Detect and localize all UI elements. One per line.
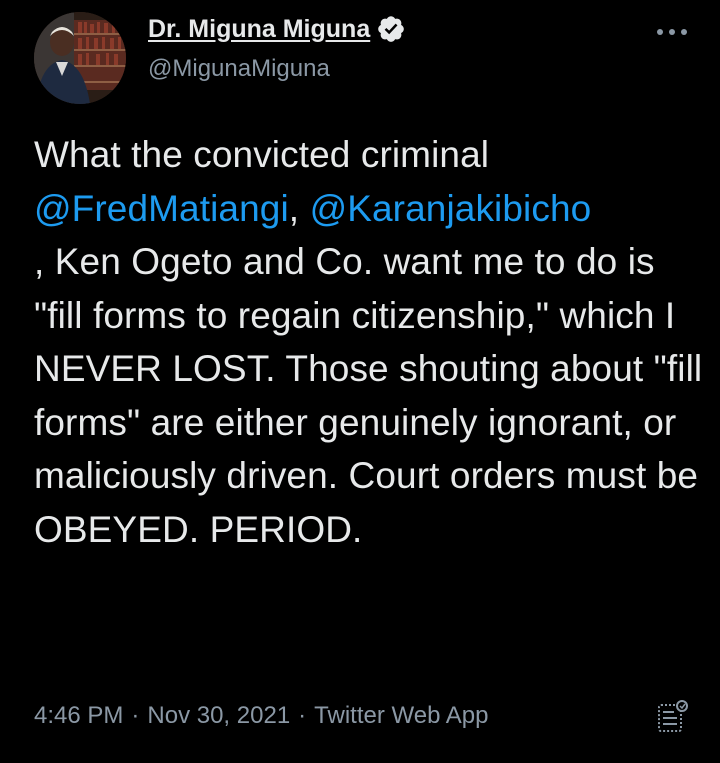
- avatar[interactable]: [34, 12, 126, 104]
- name-row: Dr. Miguna Miguna: [148, 14, 406, 44]
- tweet-date[interactable]: Nov 30, 2021: [147, 702, 290, 730]
- tweet-time[interactable]: 4:46 PM: [34, 702, 123, 730]
- tweet-text-segment: ,: [288, 187, 310, 229]
- tweet-text-segment: What the convicted criminal: [34, 134, 490, 175]
- handle[interactable]: @MigunaMiguna: [148, 55, 330, 83]
- analytics-icon[interactable]: [652, 696, 692, 736]
- display-name[interactable]: Dr. Miguna Miguna: [148, 15, 370, 44]
- tweet: Dr. Miguna Miguna @MigunaMiguna What the…: [0, 0, 720, 763]
- separator: ·: [298, 702, 307, 729]
- avatar-image: [34, 12, 126, 104]
- verified-badge-icon: [378, 16, 405, 42]
- mention-link[interactable]: @Karanjakibicho: [310, 188, 592, 229]
- more-options-icon[interactable]: [652, 20, 692, 44]
- mention-link[interactable]: @FredMatiangi: [34, 188, 289, 229]
- tweet-metadata: 4:46 PM · Nov 30, 2021 · Twitter Web App: [34, 702, 488, 730]
- tweet-text-segment: , Ken Ogeto and Co. want me to do is "fi…: [34, 241, 703, 550]
- tweet-text: What the convicted criminal @FredMatiang…: [34, 128, 704, 556]
- tweet-source[interactable]: Twitter Web App: [314, 702, 488, 730]
- separator: ·: [131, 702, 140, 729]
